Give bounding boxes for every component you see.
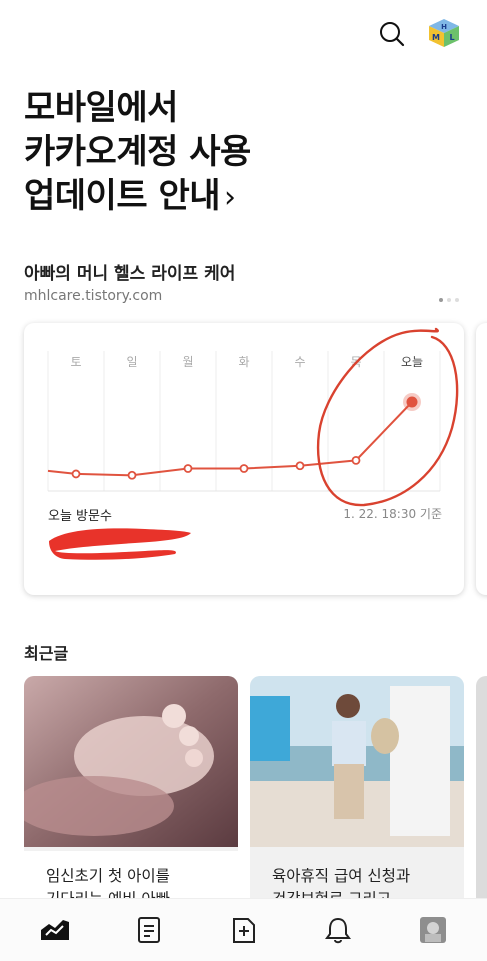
carousel-dot [447, 298, 451, 302]
redaction-scribble [49, 528, 191, 560]
blog-logo-avatar[interactable]: H M L [427, 18, 461, 48]
visitor-stats-card[interactable]: 토 일 월 화 수 목 오늘 오늘 방문수 1. 22. 18:30 기준 [24, 323, 464, 595]
carousel-dot-active [439, 298, 443, 302]
x-tick-label: 토 [70, 355, 81, 369]
data-point[interactable] [71, 469, 81, 479]
carousel-dot [455, 298, 459, 302]
top-bar: H M L [0, 0, 487, 66]
x-tick-label: 월 [182, 355, 193, 369]
posts-icon[interactable] [133, 913, 167, 947]
stats-icon[interactable] [38, 913, 72, 947]
logo-letter-l: L [449, 33, 454, 42]
chevron-right-icon: › [224, 180, 236, 215]
write-icon[interactable] [227, 913, 261, 947]
post-card[interactable]: 임신초기 첫 아이를 기다리는 예비 아빠 ... [24, 676, 238, 916]
post-thumbnail-family-beach [250, 676, 464, 847]
post-card[interactable]: 육아휴직 급여 신청과 건강보험료 그리고... [250, 676, 464, 916]
logo-letter-m: M [432, 33, 440, 42]
data-point[interactable] [351, 455, 361, 465]
next-post-peek [476, 676, 487, 916]
blog-title[interactable]: 아빠의 머니 헬스 라이프 케어 [24, 259, 235, 284]
post-thumbnail-baby-feet [24, 676, 238, 847]
x-tick-label: 화 [238, 355, 249, 369]
data-point[interactable] [239, 464, 249, 473]
notice-line-3: 업데이트 안내 [24, 176, 221, 216]
next-card-peek [476, 323, 487, 595]
blog-url: mhlcare.tistory.com [24, 288, 163, 304]
logo-letter-h: H [441, 23, 447, 31]
notice-line-1: 모바일에서 [24, 88, 178, 128]
post-title-line-1: 임신초기 첫 아이를 [46, 867, 170, 885]
x-tick-label: 일 [126, 355, 137, 369]
data-point[interactable] [183, 464, 193, 473]
notice-headline[interactable]: 모바일에서 카카오계정 사용 업데이트 안내 › [24, 86, 464, 220]
stats-timestamp: 1. 22. 18:30 기준 [343, 507, 442, 521]
profile-avatar[interactable] [416, 913, 450, 947]
carousel-indicator [439, 298, 459, 302]
notice-line-2: 카카오계정 사용 [24, 132, 251, 172]
bell-icon[interactable] [321, 913, 355, 947]
data-point[interactable] [295, 461, 305, 471]
recent-posts-title: 최근글 [24, 644, 69, 663]
data-point-today[interactable] [406, 396, 418, 408]
bottom-navigation [0, 898, 487, 961]
x-tick-label: 수 [294, 355, 305, 369]
search-icon[interactable] [376, 18, 408, 50]
post-title-line-1: 육아휴직 급여 신청과 [272, 867, 411, 885]
data-point[interactable] [127, 470, 137, 480]
x-tick-label: 목 [350, 355, 361, 369]
x-tick-label: 오늘 [401, 355, 423, 369]
